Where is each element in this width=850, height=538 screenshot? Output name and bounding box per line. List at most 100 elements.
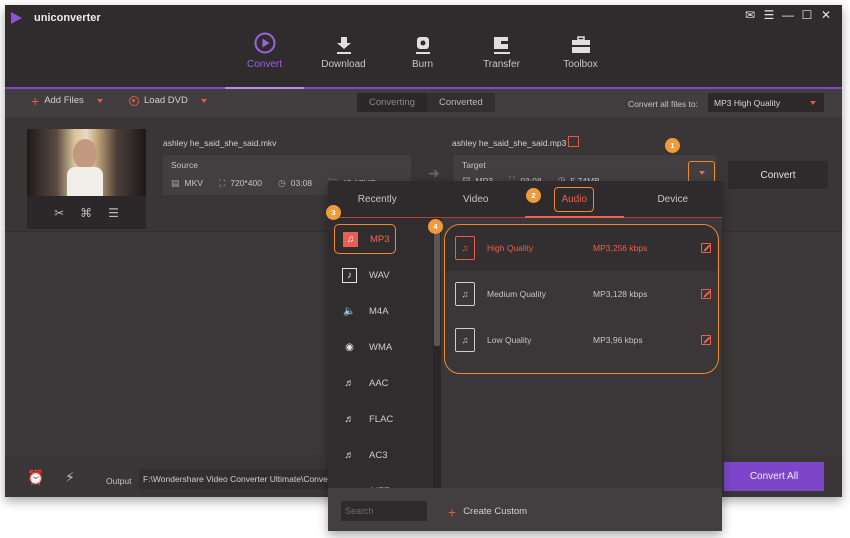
edit-icon[interactable]	[701, 335, 711, 345]
format-label: AAC	[369, 377, 389, 389]
convert-all-label: Convert all files to:	[628, 99, 698, 109]
format-item-aac[interactable]: ♬ AAC	[334, 368, 429, 398]
arrow-right-icon: ➜	[428, 165, 440, 181]
target-title: Target	[462, 160, 486, 170]
quality-item-medium[interactable]: ♫ Medium Quality MP3,128 kbps	[445, 271, 717, 317]
load-dvd-label: Load DVD	[144, 95, 188, 106]
format-label: MP3	[370, 233, 390, 245]
tab-device[interactable]: Device	[624, 181, 723, 217]
effects-icon[interactable]: ☰	[108, 206, 119, 220]
chevron-down-icon	[698, 170, 705, 175]
nav-burn[interactable]: Burn	[383, 27, 462, 85]
close-icon[interactable]: ✕	[820, 9, 832, 21]
toolbar: + Add Files Load DVD Converting Converte…	[5, 89, 842, 117]
video-thumbnail[interactable]: ✂ ⌘ ☰	[27, 129, 146, 229]
nav-convert-label: Convert	[246, 59, 282, 70]
convert-icon	[254, 32, 275, 54]
format-label: WMA	[369, 341, 393, 353]
chevron-down-icon[interactable]	[96, 98, 103, 103]
add-files-button[interactable]: + Add Files	[31, 92, 103, 109]
rename-icon[interactable]	[568, 136, 579, 147]
logo-icon	[11, 12, 22, 24]
format-popup: Recently Video Audio Device ♫ MP3 ♪ WAV 🔈 M…	[328, 181, 722, 531]
audio-format-list: ♫ MP3 ♪ WAV 🔈 M4A ◉ WMA ♬ AAC ♬ FLAC ♬ AC3 ♬AIF…	[328, 218, 433, 488]
nav-convert[interactable]: Convert	[225, 27, 304, 85]
format-item-m4a[interactable]: 🔈 M4A	[334, 296, 429, 326]
tab-recently-label: Recently	[357, 193, 397, 205]
format-item-flac[interactable]: ♬ FLAC	[334, 404, 429, 434]
toolbox-icon	[571, 36, 590, 53]
edit-icon[interactable]	[701, 289, 711, 299]
format-list-scrollbar[interactable]	[433, 218, 441, 488]
load-dvd-button[interactable]: Load DVD	[129, 95, 207, 106]
conversion-tabs: Converting Converted	[357, 93, 495, 112]
minimize-icon[interactable]: —	[782, 9, 794, 21]
convert-all-value: MP3 High Quality	[714, 97, 781, 108]
output-label: Output	[106, 476, 132, 486]
nav-toolbox[interactable]: Toolbox	[541, 27, 620, 85]
maximize-icon[interactable]: ☐	[801, 9, 813, 21]
popup-footer: + Create Custom	[328, 488, 722, 531]
format-label: WAV	[369, 269, 390, 281]
tab-converted[interactable]: Converted	[426, 93, 495, 112]
convert-button[interactable]: Convert	[728, 161, 828, 189]
source-duration: 03:08	[290, 178, 313, 188]
format-label: M4A	[369, 305, 389, 317]
tab-audio-label: Audio	[554, 186, 595, 212]
film-icon: ▤	[171, 177, 180, 188]
source-title: Source	[171, 160, 198, 170]
menu-icon[interactable]: ☰	[763, 9, 775, 21]
quality-item-high[interactable]: ♫ High Quality MP3,256 kbps	[445, 225, 717, 271]
lightning-icon[interactable]: ⚡	[65, 469, 75, 486]
chevron-down-icon[interactable]	[200, 98, 207, 103]
source-filename: ashley he_said_she_said.mkv	[163, 138, 277, 148]
chevron-down-icon	[810, 101, 816, 105]
create-custom-button[interactable]: + Create Custom	[448, 503, 527, 520]
nav-transfer[interactable]: Transfer	[462, 27, 541, 85]
tab-converting[interactable]: Converting	[357, 93, 427, 112]
format-item-wma[interactable]: ◉ WMA	[334, 332, 429, 362]
plus-icon: +	[31, 92, 40, 109]
step-badge-4: 4	[428, 219, 443, 234]
feedback-icon[interactable]: ✉	[744, 9, 756, 21]
format-item-wav[interactable]: ♪ WAV	[334, 260, 429, 290]
plus-icon: +	[448, 503, 457, 520]
crop-icon[interactable]: ⌘	[80, 206, 92, 220]
format-item-aiff[interactable]: ♬AIFF	[334, 476, 429, 489]
format-item-ac3[interactable]: ♬ AC3	[334, 440, 429, 470]
window-controls: ✉ ☰ — ☐ ✕	[744, 9, 832, 21]
format-label: AC3	[369, 449, 388, 461]
nav-toolbox-label: Toolbox	[563, 59, 598, 70]
alarm-clock-icon[interactable]: ⏰	[27, 469, 44, 486]
output-path-field[interactable]: F:\Wondershare Video Converter Ultimate\…	[139, 469, 339, 489]
nav-download[interactable]: Download	[304, 27, 383, 85]
ac3-icon: ♬	[344, 449, 355, 461]
resolution-icon: ⛶	[218, 177, 226, 188]
quality-item-low[interactable]: ♫ Low Quality MP3,96 kbps	[445, 317, 717, 363]
format-category-tabs: Recently Video Audio Device	[328, 181, 722, 217]
tab-recently[interactable]: Recently	[328, 181, 427, 217]
burn-icon	[415, 37, 430, 54]
convert-all-format-select[interactable]: MP3 High Quality	[708, 93, 824, 112]
download-icon	[336, 37, 351, 54]
quality-list: ♫ High Quality MP3,256 kbps ♫ Medium Qua…	[444, 224, 719, 374]
source-format: MKV	[184, 178, 203, 188]
tab-video-label: Video	[463, 193, 489, 205]
transfer-icon	[493, 37, 510, 54]
step-badge-3: 3	[326, 205, 341, 220]
medium-quality-file-icon: ♫	[455, 282, 475, 306]
edit-icon[interactable]	[701, 243, 711, 253]
format-search-input[interactable]	[341, 501, 427, 521]
scissors-icon[interactable]: ✂	[54, 206, 64, 220]
format-item-mp3[interactable]: ♫ MP3	[334, 224, 396, 254]
quality-name: High Quality	[487, 243, 534, 253]
flac-icon: ♬	[344, 413, 355, 425]
convert-all-button[interactable]: Convert All	[724, 462, 824, 491]
low-quality-file-icon: ♫	[455, 328, 475, 352]
tab-device-label: Device	[657, 193, 689, 205]
nav-download-label: Download	[321, 59, 366, 70]
tab-video[interactable]: Video	[427, 181, 526, 217]
quality-name: Medium Quality	[487, 289, 547, 299]
high-quality-file-icon: ♫	[455, 236, 475, 260]
step-badge-1: 1	[665, 138, 680, 153]
